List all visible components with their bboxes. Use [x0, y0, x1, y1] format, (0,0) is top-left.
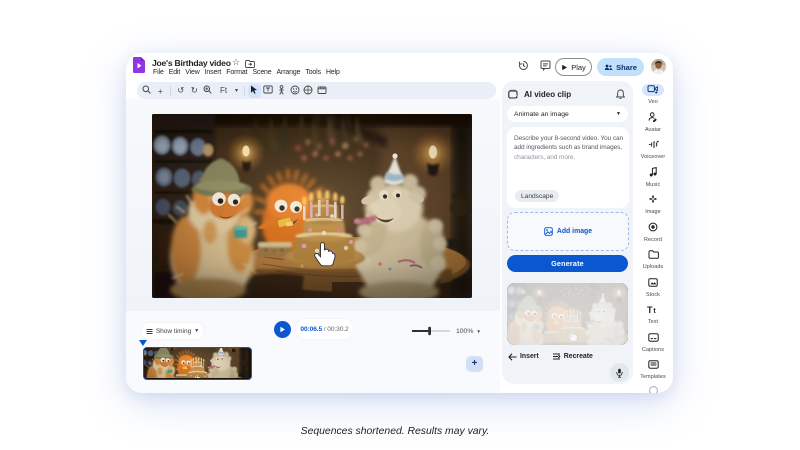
svg-text:t: t — [653, 308, 656, 314]
svg-text:T: T — [647, 305, 653, 314]
